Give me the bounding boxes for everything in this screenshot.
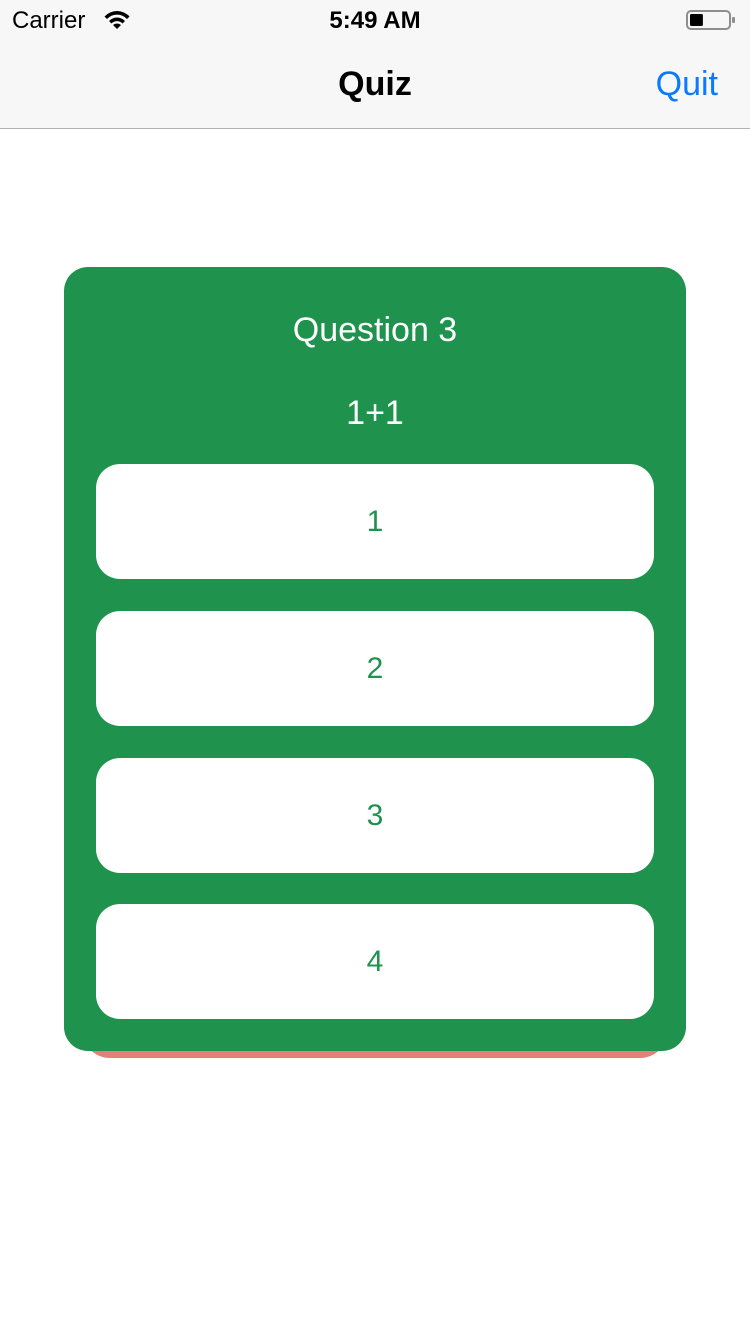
page-title: Quiz (338, 65, 412, 103)
answer-button-1[interactable]: 1 (96, 464, 654, 579)
answer-button-3[interactable]: 3 (96, 758, 654, 873)
status-time: 5:49 AM (329, 7, 421, 34)
navigation-bar: Quiz Quit (0, 40, 750, 129)
answer-button-4[interactable]: 4 (96, 904, 654, 1019)
answer-button-2[interactable]: 2 (96, 611, 654, 726)
battery-icon (686, 10, 735, 30)
question-card: Question 3 1+1 1 2 3 4 (64, 267, 686, 1051)
status-bar: Carrier 5:49 AM (0, 0, 750, 40)
quit-button[interactable]: Quit (656, 65, 718, 104)
question-number: Question 3 (292, 311, 458, 349)
question-text: 1+1 (346, 394, 404, 432)
